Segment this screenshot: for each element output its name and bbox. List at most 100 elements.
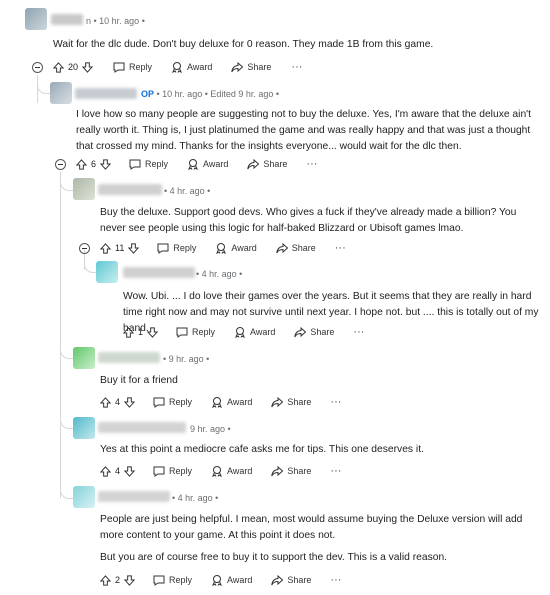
- comment-actions: 2 Reply Award Share ···: [100, 573, 341, 587]
- reply-button[interactable]: Reply: [176, 327, 215, 338]
- share-button[interactable]: Share: [294, 326, 335, 338]
- reply-button[interactable]: Reply: [153, 466, 192, 477]
- downvote-button[interactable]: [124, 574, 136, 586]
- reply-button[interactable]: Reply: [129, 159, 168, 170]
- award-button[interactable]: Award: [171, 61, 212, 73]
- downvote-button[interactable]: [82, 61, 94, 73]
- collapse-thread-button[interactable]: [55, 159, 66, 170]
- avatar[interactable]: [73, 347, 95, 369]
- avatar[interactable]: [96, 261, 118, 283]
- username-redacted[interactable]: [98, 422, 186, 433]
- comment-actions: 1 Reply Award Share ···: [123, 325, 364, 339]
- more-options-button[interactable]: ···: [335, 243, 346, 254]
- upvote-icon: [100, 465, 111, 477]
- share-button[interactable]: Share: [271, 465, 312, 477]
- award-button[interactable]: Award: [211, 396, 252, 408]
- avatar[interactable]: [25, 8, 47, 30]
- upvote-button[interactable]: [100, 574, 111, 586]
- upvote-icon: [100, 242, 111, 254]
- more-options-button[interactable]: ···: [330, 397, 341, 408]
- avatar[interactable]: [73, 486, 95, 508]
- share-button[interactable]: Share: [276, 242, 316, 254]
- upvote-button[interactable]: [100, 242, 111, 254]
- share-icon: [247, 158, 260, 169]
- comment-actions: 20 Reply Award Share ···: [53, 60, 302, 74]
- username-redacted[interactable]: [98, 491, 170, 502]
- reply-button[interactable]: Reply: [113, 62, 152, 73]
- reply-icon: [153, 466, 165, 477]
- username-redacted[interactable]: [75, 88, 137, 99]
- upvote-icon: [100, 396, 111, 408]
- award-label: Award: [203, 159, 229, 169]
- avatar[interactable]: [73, 178, 95, 200]
- upvote-button[interactable]: [76, 158, 87, 170]
- share-icon: [271, 396, 284, 407]
- avatar[interactable]: [50, 82, 72, 104]
- downvote-button[interactable]: [124, 396, 136, 408]
- more-options-button[interactable]: ···: [291, 62, 302, 73]
- comment-meta: • 9 hr. ago •: [163, 354, 210, 364]
- reply-button[interactable]: Reply: [157, 243, 196, 254]
- award-button[interactable]: Award: [211, 574, 252, 586]
- reply-icon: [129, 159, 141, 170]
- share-label: Share: [247, 62, 272, 72]
- award-button[interactable]: Award: [234, 326, 275, 338]
- comment-meta: • 4 hr. ago •: [164, 186, 211, 196]
- more-options-button[interactable]: ···: [353, 327, 364, 338]
- username-redacted[interactable]: [98, 184, 162, 195]
- downvote-button[interactable]: [124, 465, 136, 477]
- username-redacted[interactable]: [51, 14, 83, 25]
- upvote-button[interactable]: [100, 396, 111, 408]
- comment-body: I love how so many people are suggesting…: [76, 109, 531, 153]
- comment-meta: n • 10 hr. ago •: [86, 16, 145, 26]
- upvote-icon: [76, 158, 87, 170]
- downvote-button[interactable]: [100, 158, 112, 170]
- comment-meta: • 4 hr. ago •: [196, 269, 243, 279]
- downvote-icon: [82, 61, 94, 73]
- award-label: Award: [227, 466, 253, 476]
- vote-score: 4: [115, 397, 121, 407]
- award-button[interactable]: Award: [187, 158, 228, 170]
- collapse-thread-button[interactable]: [79, 243, 90, 254]
- downvote-button[interactable]: [147, 326, 159, 338]
- comment-actions: 4 Reply Award Share ···: [100, 395, 341, 409]
- upvote-icon: [123, 326, 134, 338]
- upvote-button[interactable]: [100, 465, 111, 477]
- username-redacted[interactable]: [98, 352, 160, 363]
- share-button[interactable]: Share: [271, 396, 311, 408]
- share-label: Share: [287, 466, 312, 476]
- op-tag: OP: [141, 89, 155, 99]
- reply-icon: [113, 62, 125, 73]
- share-label: Share: [310, 327, 335, 337]
- collapse-thread-button[interactable]: [32, 62, 43, 73]
- username-redacted[interactable]: [123, 267, 195, 278]
- reply-icon: [153, 575, 165, 586]
- downvote-button[interactable]: [128, 242, 140, 254]
- more-options-button[interactable]: ···: [330, 575, 341, 586]
- award-icon: [212, 466, 222, 477]
- downvote-icon: [124, 574, 136, 586]
- comment-meta: • 4 hr. ago •: [172, 493, 219, 503]
- reply-icon: [153, 397, 165, 408]
- reply-icon: [157, 243, 169, 254]
- award-button[interactable]: Award: [211, 465, 252, 477]
- upvote-button[interactable]: [53, 61, 64, 73]
- award-icon: [216, 243, 227, 254]
- more-options-button[interactable]: ···: [306, 159, 317, 170]
- downvote-icon: [147, 326, 159, 338]
- upvote-button[interactable]: [123, 326, 134, 338]
- avatar[interactable]: [73, 417, 95, 439]
- vote-score: 6: [91, 159, 97, 169]
- share-button[interactable]: Share: [247, 158, 287, 170]
- reply-button[interactable]: Reply: [153, 397, 192, 408]
- downvote-icon: [124, 396, 136, 408]
- share-button[interactable]: Share: [271, 574, 311, 586]
- award-button[interactable]: Award: [215, 242, 257, 254]
- comment-actions: 11 Reply Award Share ···: [100, 241, 346, 255]
- comment-meta: OP • 10 hr. ago • Edited 9 hr. ago •: [141, 89, 279, 99]
- more-options-button[interactable]: ···: [330, 466, 341, 477]
- share-icon: [271, 574, 284, 585]
- award-label: Award: [227, 575, 253, 585]
- share-button[interactable]: Share: [231, 61, 272, 73]
- reply-button[interactable]: Reply: [153, 575, 192, 586]
